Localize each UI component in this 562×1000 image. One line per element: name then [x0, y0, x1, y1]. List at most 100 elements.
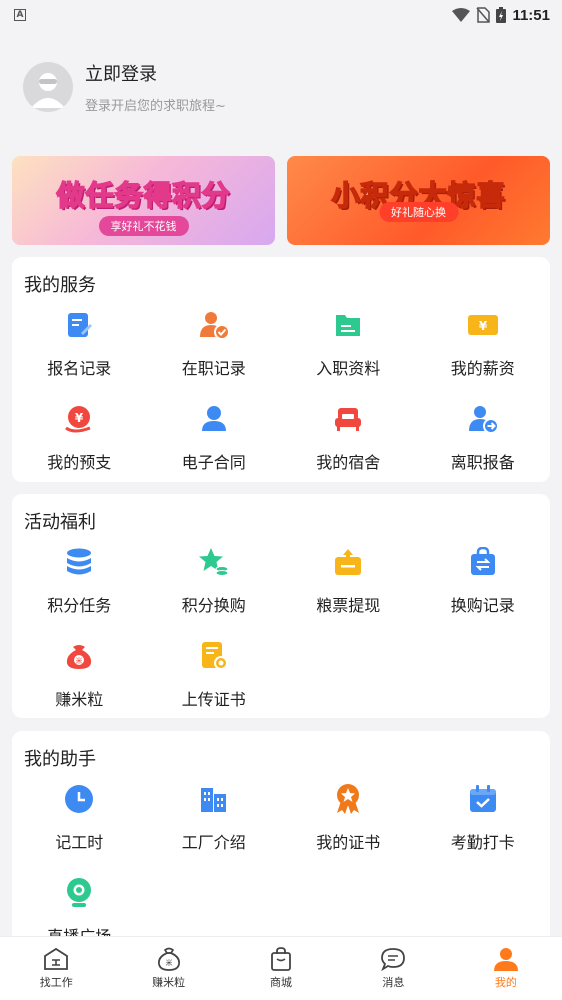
points-task-icon — [63, 546, 95, 578]
earn-rice-tab-icon: 米 — [157, 947, 180, 971]
service-salary[interactable]: ¥ 我的薪资 — [416, 307, 551, 401]
tab-earn-rice[interactable]: 米 赚米粒 — [112, 937, 224, 1000]
status-bar: A 11:51 — [0, 0, 562, 30]
tab-mall[interactable]: 商城 — [225, 937, 337, 1000]
e-contract-icon — [198, 403, 230, 435]
assistant-label: 工厂介绍 — [181, 833, 246, 852]
tab-profile[interactable]: 我的 — [450, 937, 562, 1000]
service-dorm[interactable]: 我的宿舍 — [281, 401, 416, 495]
welfare-label: 上传证书 — [181, 690, 246, 709]
welfare-label: 换购记录 — [450, 596, 515, 615]
assistant-clock[interactable]: 记工时 — [12, 781, 147, 875]
battery-icon — [496, 7, 507, 23]
welfare-grid: 积分任务 积分换购 粮票提现 换购记录 米 赚米粒 上传证书 — [12, 544, 550, 732]
tab-label: 商城 — [270, 976, 293, 989]
svg-text:¥: ¥ — [75, 411, 84, 425]
voucher-withdraw-icon — [332, 546, 364, 578]
profile-text: 立即登录 登录开启您的求职旅程~ — [85, 60, 226, 114]
assistant-factory[interactable]: 工厂介绍 — [147, 781, 282, 875]
service-label: 离职报备 — [450, 453, 515, 472]
service-resignation[interactable]: 离职报备 — [416, 401, 551, 495]
message-icon — [381, 948, 406, 971]
service-label: 我的薪资 — [450, 359, 515, 378]
tab-label: 我的 — [494, 976, 517, 989]
avatar[interactable] — [23, 62, 73, 112]
banner-title: 做任务得积分 — [56, 178, 231, 213]
welfare-earn-rice[interactable]: 米 赚米粒 — [12, 638, 147, 732]
promo-banners: 做任务得积分 享好礼不花钱 小积分大惊喜 好礼随心换 — [12, 156, 550, 245]
status-time: 11:51 — [512, 6, 550, 24]
welfare-label: 赚米粒 — [55, 690, 104, 709]
profile-tab-icon — [493, 948, 518, 971]
wifi-icon — [452, 8, 471, 22]
service-label: 入职资料 — [316, 359, 381, 378]
tab-label: 消息 — [382, 976, 405, 989]
advance-pay-icon: ¥ — [63, 403, 95, 435]
svg-text:米: 米 — [76, 656, 83, 665]
no-sim-icon — [476, 7, 491, 23]
salary-icon: ¥ — [467, 309, 499, 341]
assistant-label: 我的证书 — [316, 833, 381, 852]
banner-pill: 好礼随心换 — [379, 202, 458, 222]
mall-icon — [271, 947, 291, 971]
assistant-label: 记工时 — [55, 833, 104, 852]
upload-certificate-icon — [198, 640, 230, 672]
factory-icon — [198, 783, 230, 815]
service-label: 我的预支 — [47, 453, 112, 472]
default-avatar-icon — [31, 73, 65, 108]
tab-label: 赚米粒 — [152, 976, 186, 989]
service-label: 在职记录 — [181, 359, 246, 378]
points-task-banner[interactable]: 做任务得积分 享好礼不花钱 — [12, 156, 275, 245]
assistant-attendance[interactable]: 考勤打卡 — [416, 781, 551, 875]
services-title: 我的服务 — [24, 275, 96, 296]
login-profile[interactable]: 立即登录 登录开启您的求职旅程~ — [23, 60, 226, 114]
clock-icon — [63, 783, 95, 815]
welfare-upload-certificate[interactable]: 上传证书 — [147, 638, 282, 732]
service-label: 我的宿舍 — [316, 453, 381, 472]
banner-pill: 享好礼不花钱 — [98, 216, 189, 236]
login-title[interactable]: 立即登录 — [85, 60, 226, 86]
service-e-contract[interactable]: 电子合同 — [147, 401, 282, 495]
points-exchange-icon — [198, 546, 230, 578]
svg-text:米: 米 — [165, 958, 172, 967]
earn-rice-icon: 米 — [63, 640, 95, 672]
points-surprise-banner[interactable]: 小积分大惊喜 好礼随心换 — [287, 156, 550, 245]
assistant-certificate[interactable]: 我的证书 — [281, 781, 416, 875]
find-job-icon — [44, 947, 69, 970]
service-onboarding-docs[interactable]: 入职资料 — [281, 307, 416, 401]
onboarding-docs-icon — [332, 309, 364, 341]
assistant-label: 考勤打卡 — [450, 833, 515, 852]
welfare-points-task[interactable]: 积分任务 — [12, 544, 147, 638]
assistant-title: 我的助手 — [24, 749, 96, 770]
tab-message[interactable]: 消息 — [337, 937, 449, 1000]
welfare-label: 积分换购 — [181, 596, 246, 615]
welfare-title: 活动福利 — [24, 512, 96, 533]
certificate-icon — [332, 783, 364, 815]
assistant-card: 我的助手 记工时 工厂介绍 我的证书 考勤打卡 直播广场 — [12, 731, 550, 971]
login-subtitle: 登录开启您的求职旅程~ — [85, 99, 226, 114]
service-label: 电子合同 — [181, 453, 246, 472]
services-grid: 报名记录 在职记录 入职资料 ¥ 我的薪资 ¥ 我的预支 电子合同 我的宿舍 离… — [12, 307, 550, 495]
tab-find-job[interactable]: 找工作 — [0, 937, 112, 1000]
status-left: A — [14, 9, 26, 21]
welfare-label: 积分任务 — [47, 596, 112, 615]
welfare-voucher-withdraw[interactable]: 粮票提现 — [281, 544, 416, 638]
employment-record-icon — [198, 309, 230, 341]
services-card: 我的服务 报名记录 在职记录 入职资料 ¥ 我的薪资 ¥ 我的预支 电子合同 我… — [12, 257, 550, 482]
service-signup-record[interactable]: 报名记录 — [12, 307, 147, 401]
notification-a-icon: A — [14, 9, 26, 21]
bottom-tabbar: 找工作 米 赚米粒 商城 消息 我的 — [0, 936, 562, 1000]
exchange-record-icon — [467, 546, 499, 578]
svg-text:¥: ¥ — [479, 319, 488, 333]
service-advance-pay[interactable]: ¥ 我的预支 — [12, 401, 147, 495]
attendance-icon — [467, 783, 499, 815]
service-employment-record[interactable]: 在职记录 — [147, 307, 282, 401]
welfare-card: 活动福利 积分任务 积分换购 粮票提现 换购记录 米 赚米粒 上传证书 — [12, 494, 550, 718]
live-plaza-icon — [63, 877, 95, 909]
welfare-points-exchange[interactable]: 积分换购 — [147, 544, 282, 638]
resignation-icon — [467, 403, 499, 435]
service-label: 报名记录 — [47, 359, 112, 378]
status-right: 11:51 — [452, 7, 550, 24]
welfare-exchange-record[interactable]: 换购记录 — [416, 544, 551, 638]
tab-label: 找工作 — [39, 976, 73, 989]
